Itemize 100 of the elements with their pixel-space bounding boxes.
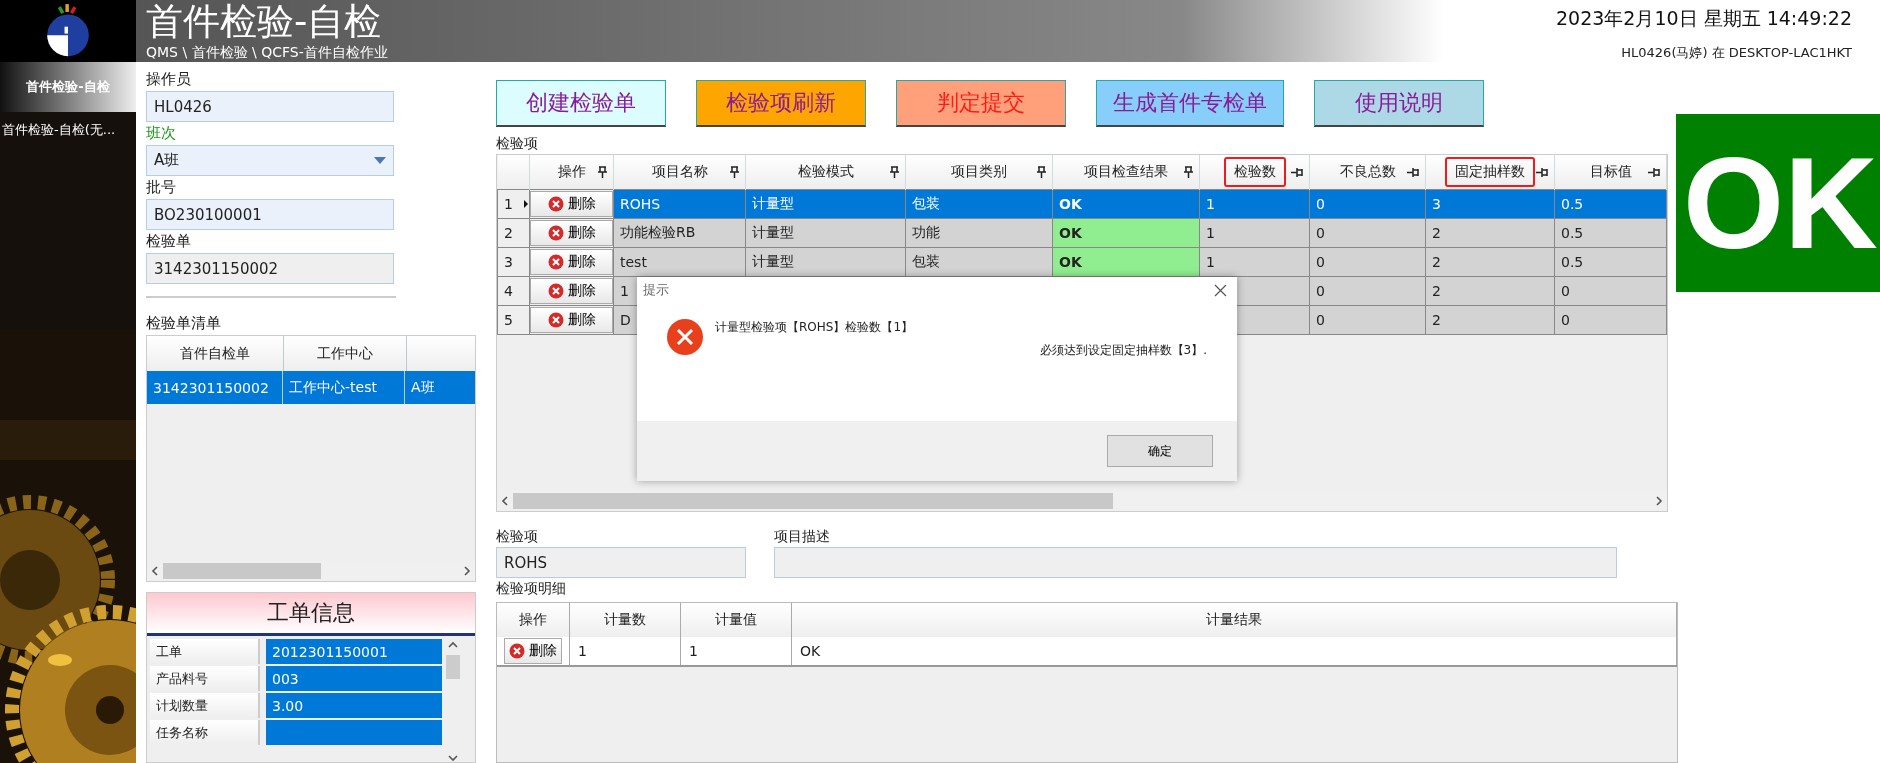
input-field[interactable]: BO230100001	[146, 199, 394, 230]
panel-title: 工单信息	[147, 593, 475, 636]
scroll-thumb[interactable]	[163, 563, 321, 579]
user-info: HL0426(马婷) 在 DESKTOP-LAC1HKT	[1620, 44, 1852, 62]
table-cell: 计量型	[752, 195, 794, 211]
table-cell: 0.5	[1561, 225, 1584, 241]
table-cell[interactable]: 工作中心-test	[283, 371, 405, 404]
scroll-up-icon[interactable]	[448, 641, 458, 649]
error-icon	[667, 319, 703, 355]
table-cell: 0.5	[1561, 254, 1584, 270]
pin-icon[interactable]	[1037, 166, 1046, 178]
table-cell: 计量型	[752, 253, 794, 269]
pin-icon[interactable]	[1407, 167, 1419, 177]
delete-button[interactable]: 删除	[504, 638, 562, 664]
toolbar-button[interactable]: 使用说明	[1314, 80, 1484, 127]
row-label: 任务名称	[150, 720, 260, 745]
table-cell: 计量型	[752, 224, 794, 240]
pin-icon[interactable]	[1648, 167, 1660, 177]
scrollbar[interactable]	[445, 639, 461, 762]
pin-icon[interactable]	[1184, 166, 1193, 178]
field-label: 批号	[146, 177, 177, 198]
table-cell: 0	[1316, 196, 1325, 212]
pin-icon[interactable]	[1291, 167, 1303, 177]
column-header[interactable]: 固定抽样数	[1445, 157, 1535, 187]
scroll-left-icon[interactable]	[151, 566, 159, 576]
table-cell: 1	[689, 643, 698, 659]
sidebar-item[interactable]: 首件检验-自检(无...	[0, 116, 136, 144]
table-cell: 2	[1432, 225, 1441, 241]
table-cell: 包装	[912, 195, 940, 211]
dialog-message: 计量型检验项【ROHS】检验数【1】	[715, 319, 915, 336]
table-cell: 0.5	[1561, 196, 1584, 212]
delete-icon	[547, 254, 564, 270]
pin-icon[interactable]	[598, 166, 607, 178]
column-header[interactable]: 检验数	[1223, 157, 1286, 187]
table-cell: 0	[1316, 312, 1325, 328]
scroll-thumb[interactable]	[446, 655, 460, 679]
close-icon[interactable]	[1214, 283, 1227, 297]
caret-icon	[374, 157, 386, 164]
table-cell: 0	[1316, 283, 1325, 299]
pin-icon[interactable]	[890, 166, 899, 178]
table-cell: test	[620, 254, 647, 270]
toolbar-button[interactable]: 生成首件专检单	[1096, 80, 1284, 127]
table-cell: 0	[1561, 312, 1570, 328]
table-cell: 包装	[912, 253, 940, 269]
delete-button[interactable]: 删除	[530, 278, 613, 304]
delete-button[interactable]: 删除	[530, 220, 613, 246]
scroll-right-icon[interactable]	[463, 566, 471, 576]
table-cell: 0	[1316, 225, 1325, 241]
sidebar-item[interactable]: 首件检验-自检	[0, 62, 136, 112]
dropdown[interactable]: A班	[146, 145, 394, 176]
value-cell: 003	[266, 666, 442, 691]
table-cell: OK	[1059, 225, 1082, 241]
pin-icon[interactable]	[730, 166, 739, 178]
row-number: 1	[503, 196, 514, 212]
toolbar-button[interactable]: 检验项刷新	[696, 80, 866, 127]
table-cell[interactable]: 3142301150002	[147, 371, 283, 404]
scroll-thumb[interactable]	[513, 493, 1113, 509]
scroll-left-icon[interactable]	[501, 496, 509, 506]
delete-icon	[547, 225, 564, 241]
result-badge: OK	[1676, 114, 1880, 292]
input-field[interactable]: 3142301150002	[146, 253, 394, 284]
input-field[interactable]	[774, 547, 1617, 578]
section-label: 检验单清单	[146, 313, 222, 334]
value-cell: 3.00	[266, 693, 442, 718]
input-field[interactable]: HL0426	[146, 91, 394, 122]
delete-button[interactable]: 删除	[530, 307, 613, 333]
input-field[interactable]: ROHS	[496, 547, 746, 578]
table-cell: 1	[1206, 196, 1215, 212]
field-label: 检验项	[496, 527, 539, 546]
table-cell: 1	[1206, 254, 1215, 270]
table-cell: 功能检验RB	[620, 224, 696, 240]
table-cell: D	[620, 312, 631, 328]
table-cell: 2	[1432, 312, 1441, 328]
row-label: 产品料号	[150, 666, 260, 691]
dialog-message: 必须达到设定固定抽样数【3】.	[1039, 342, 1207, 359]
delete-icon	[547, 196, 564, 212]
date-time: 2023年2月10日 星期五 14:49:22	[1555, 6, 1852, 31]
table-cell: OK	[1059, 254, 1082, 270]
delete-icon	[547, 283, 564, 299]
section-label: 检验项	[496, 135, 538, 151]
scroll-down-icon[interactable]	[448, 754, 458, 762]
table-cell: 2	[1432, 283, 1441, 299]
table-cell[interactable]: A班	[405, 371, 465, 404]
table-cell: 1	[1206, 225, 1215, 241]
delete-button[interactable]: 删除	[530, 249, 613, 275]
dialog-title: 提示	[643, 281, 669, 299]
table-cell: 功能	[912, 224, 940, 240]
delete-button[interactable]: 删除	[530, 191, 613, 217]
delete-icon	[509, 643, 525, 659]
pin-icon[interactable]	[1536, 167, 1548, 177]
field-label: 检验单	[146, 231, 192, 252]
row-number: 2	[503, 225, 514, 241]
row-number: 4	[503, 283, 514, 299]
field-label: 班次	[146, 123, 177, 144]
table-cell: ROHS	[620, 196, 661, 212]
field-label: 项目描述	[774, 527, 831, 546]
toolbar-button[interactable]: 创建检验单	[496, 80, 666, 127]
ok-button[interactable]: 确定	[1107, 435, 1213, 467]
field-label: 操作员	[146, 69, 192, 90]
scroll-right-icon[interactable]	[1655, 496, 1663, 506]
